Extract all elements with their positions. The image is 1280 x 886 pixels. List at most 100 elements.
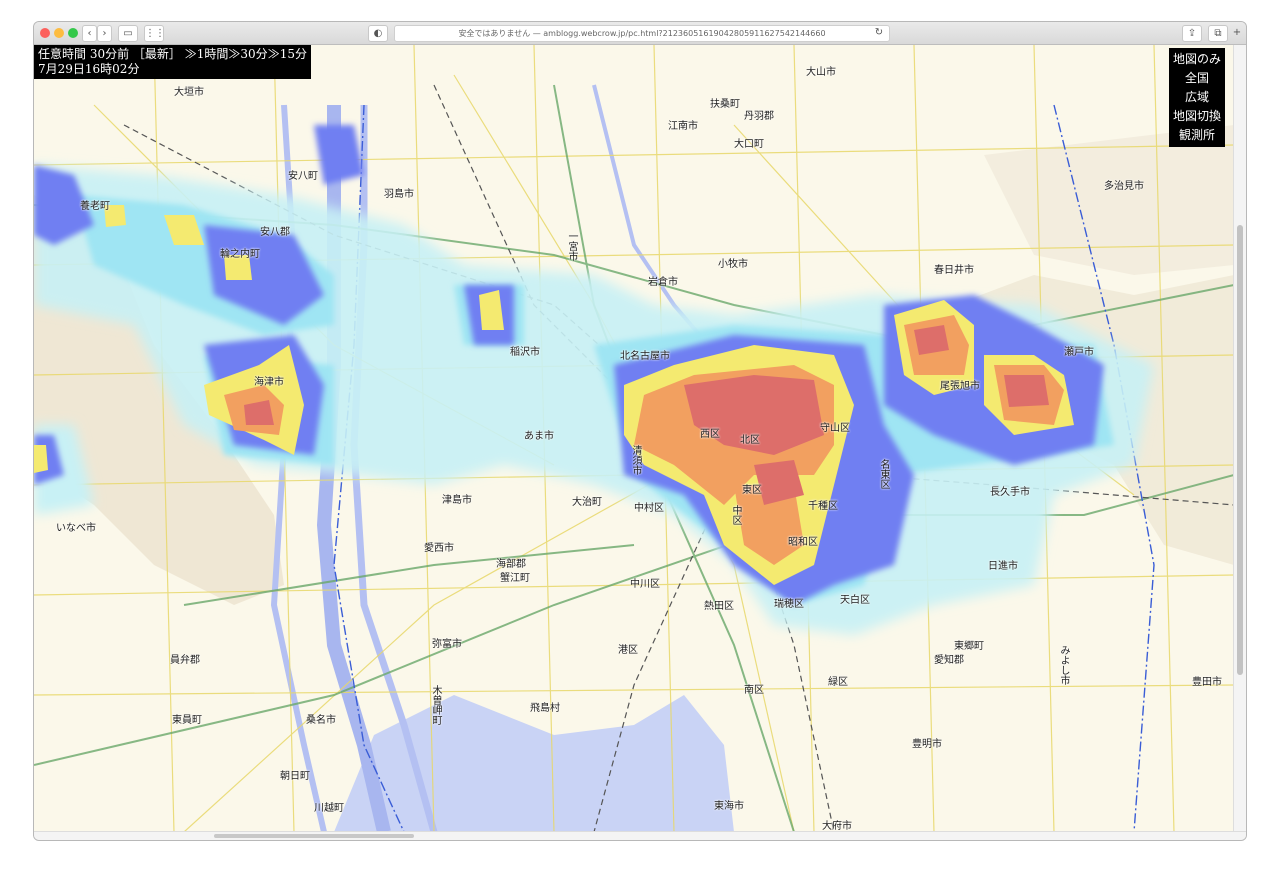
place-label: 北名古屋市 [620,351,670,362]
place-label: 羽島市 [384,189,414,200]
place-label: 東区 [742,485,762,496]
place-label: 員弁郡 [170,655,200,666]
place-label: 緑区 [828,677,848,688]
menu-map-only[interactable]: 地図のみ [1173,50,1221,69]
place-label: 愛西市 [424,543,454,554]
place-label: 豊田市 [1192,677,1222,688]
info-panel: 任意時間 30分前 ［最新］ ≫1時間≫30分≫15分 7月29日16時02分 [34,45,311,79]
place-label: 安八郡 [260,227,290,238]
place-label: 北区 [740,435,760,446]
close-window-button[interactable] [40,28,50,38]
place-label: 飛島村 [530,703,560,714]
place-label: 天白区 [840,595,870,606]
place-label: 尾張旭市 [940,381,980,392]
privacy-report-button[interactable]: ◐ [368,25,388,42]
map-menu: 地図のみ 全国 広域 地図切換 観測所 [1168,48,1225,147]
place-label: 稲沢市 [510,347,540,358]
place-label: 朝日町 [280,771,310,782]
observation-datetime: 7月29日16時02分 [38,62,140,76]
reload-icon: ↻ [874,27,884,38]
place-label: 長久手市 [990,487,1030,498]
place-label: 昭和区 [788,537,818,548]
tabs-button[interactable]: ⧉ [1208,25,1228,42]
place-label: 東郷町 [954,641,984,652]
horizontal-scrollbar[interactable] [34,831,1246,840]
place-label: 豊明市 [912,739,942,750]
plus-icon: + [1232,27,1242,38]
place-label: 安八町 [288,171,318,182]
menu-wide-area[interactable]: 広域 [1173,88,1221,107]
place-label: 愛知郡 [934,655,964,666]
place-label: 扶桑町 [710,99,740,110]
place-label: 岩倉市 [648,277,678,288]
place-label: 大口町 [734,139,764,150]
menu-nationwide[interactable]: 全国 [1173,69,1221,88]
place-label: 瀬戸市 [1064,347,1094,358]
place-label: 中区 [730,505,741,525]
link-15-min[interactable]: ≫15分 [268,47,307,61]
place-label: 港区 [618,645,638,656]
place-label: 津島市 [442,495,472,506]
chevron-right-icon: › [102,28,107,39]
place-label: 養老町 [80,201,110,212]
chevron-left-icon: ‹ [87,28,92,39]
place-label: 桑名市 [306,715,336,726]
tabs-icon: ⧉ [1214,28,1222,39]
place-label: 大垣市 [174,87,204,98]
back-button[interactable]: ‹ [82,25,97,42]
place-label: 中川区 [630,579,660,590]
link-1-hour[interactable]: ≫1時間 [185,47,229,61]
place-label: 東海市 [714,801,744,812]
place-label: 川越町 [314,803,344,814]
place-label: 輪之内町 [220,249,260,260]
grid-icon: ⋮⋮ [145,28,165,39]
place-label: 南区 [744,685,764,696]
place-label: 丹羽郡 [744,111,774,122]
menu-map-switch[interactable]: 地図切換 [1173,107,1221,126]
menu-stations[interactable]: 観測所 [1173,126,1221,145]
place-label: 木曽岬町 [430,685,441,725]
place-label: 大府市 [822,821,852,832]
place-label: 千種区 [808,501,838,512]
place-label: 名東区 [878,459,889,489]
time-offset-label: 任意時間 30分前 [38,47,130,61]
map-canvas [34,45,1234,832]
place-label: 海部郡 [496,559,526,570]
tab-overview-button[interactable]: ⋮⋮ [144,25,165,42]
forward-button[interactable]: › [97,25,112,42]
browser-toolbar: ‹ › ▭ ⋮⋮ ◐ 安全ではありません — amblogg.webcrow.j… [34,22,1246,45]
place-label: 多治見市 [1104,181,1144,192]
link-30-min[interactable]: ≫30分 [228,47,267,61]
place-label: 江南市 [668,121,698,132]
place-label: 西区 [700,429,720,440]
place-label: 大治町 [572,497,602,508]
share-icon: ⇪ [1187,28,1197,39]
place-label: 日進市 [988,561,1018,572]
minimize-window-button[interactable] [54,28,64,38]
place-label: 春日井市 [934,265,974,276]
horizontal-scroll-thumb[interactable] [214,834,414,838]
vertical-scrollbar[interactable] [1233,45,1246,832]
address-bar[interactable]: 安全ではありません — amblogg.webcrow.jp/pc.html?2… [394,25,890,42]
url-text: 安全ではありません — amblogg.webcrow.jp/pc.html?2… [458,29,826,38]
place-label: いなべ市 [56,523,96,534]
place-label: あま市 [524,431,554,442]
vertical-scroll-thumb[interactable] [1237,225,1243,675]
new-tab-button[interactable]: + [1232,25,1242,40]
place-label: 海津市 [254,377,284,388]
radar-map[interactable]: 大垣市 羽島市 安八町 一宮市 江南市 扶桑町 大口町 大山市 丹羽郡 小牧市 … [34,45,1234,832]
reload-button[interactable]: ↻ [874,25,884,40]
browser-window: ‹ › ▭ ⋮⋮ ◐ 安全ではありません — amblogg.webcrow.j… [34,22,1246,840]
place-label: 弥富市 [432,639,462,650]
place-label: 一宮市 [566,231,577,261]
share-button[interactable]: ⇪ [1182,25,1202,42]
place-label: 大山市 [806,67,836,78]
place-label: 小牧市 [718,259,748,270]
sidebar-button[interactable]: ▭ [118,25,138,42]
place-label: 守山区 [820,423,850,434]
place-label: みよし市 [1058,645,1069,685]
sidebar-icon: ▭ [123,28,133,39]
zoom-window-button[interactable] [68,28,78,38]
latest-link[interactable]: ［最新］ [133,47,181,61]
shield-icon: ◐ [373,28,383,39]
